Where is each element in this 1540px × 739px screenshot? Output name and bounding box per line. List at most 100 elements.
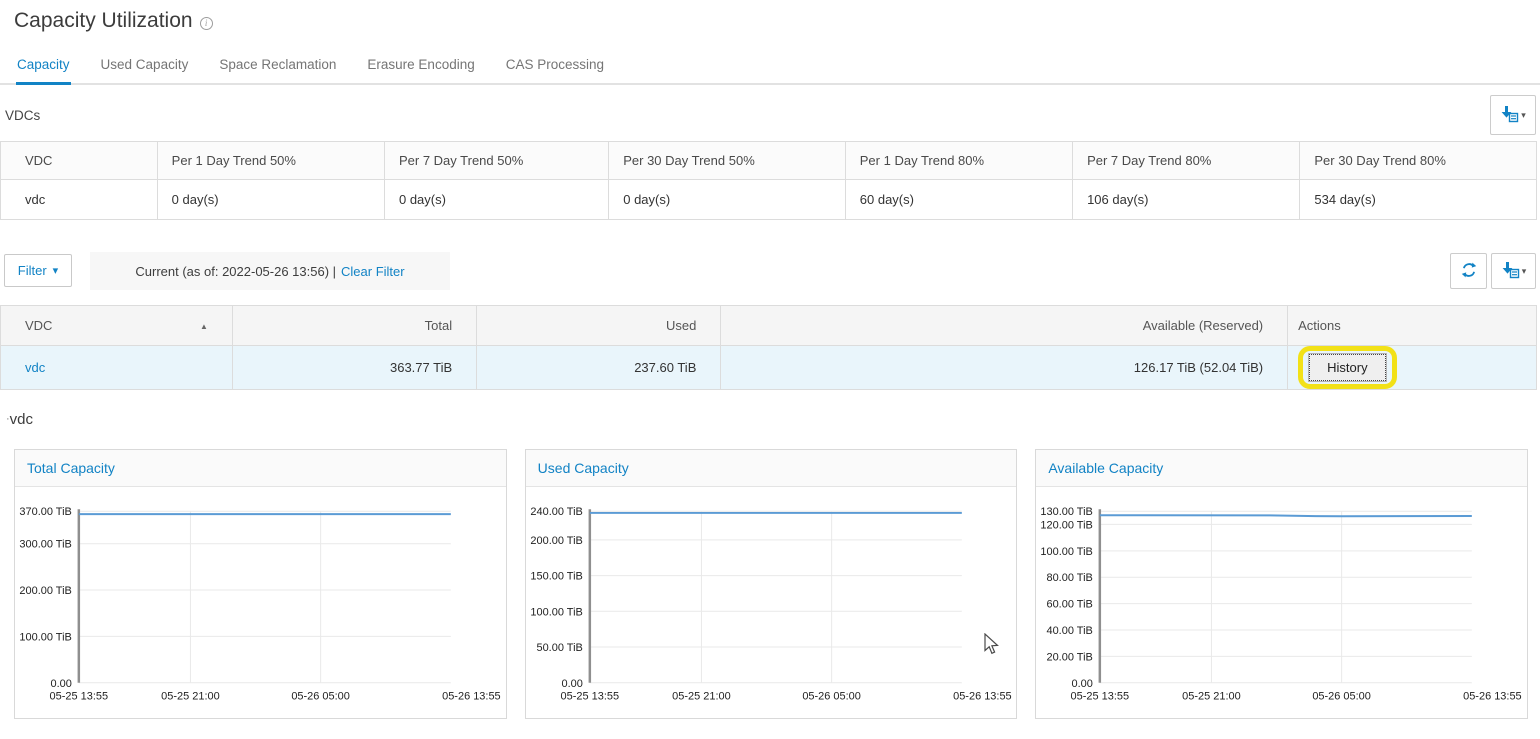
vdcs-section-label: VDCs — [5, 108, 40, 123]
vdcs-section-bar: VDCs ▾ — [0, 95, 1540, 141]
tab-used-capacity[interactable]: Used Capacity — [100, 53, 190, 83]
svg-text:370.00 TiB: 370.00 TiB — [19, 506, 71, 518]
svg-text:05-25 21:00: 05-25 21:00 — [672, 691, 731, 703]
vdc-link[interactable]: vdc — [25, 360, 45, 375]
active-filter-chip: Current (as of: 2022-05-26 13:56) | Clea… — [90, 252, 450, 290]
svg-text:0.00: 0.00 — [561, 678, 582, 690]
svg-text:05-26 05:00: 05-26 05:00 — [291, 691, 350, 703]
tab-capacity[interactable]: Capacity — [16, 53, 71, 85]
tab-space-reclamation[interactable]: Space Reclamation — [218, 53, 337, 83]
tab-cas-processing[interactable]: CAS Processing — [505, 53, 605, 83]
capacity-table-header-row: VDC ▲ Total Used Available (Reserved) Ac… — [1, 306, 1537, 346]
vdc-trend-table: VDC Per 1 Day Trend 50% Per 7 Day Trend … — [0, 141, 1537, 220]
vdc-capacity-table: VDC ▲ Total Used Available (Reserved) Ac… — [0, 305, 1537, 390]
available-capacity-chart: 130.00 TiB120.00 TiB 100.00 TiB 80.00 TiB 6… — [1036, 487, 1527, 718]
svg-text:150.00 TiB: 150.00 TiB — [530, 571, 582, 583]
trend-col-30day-80: Per 30 Day Trend 80% — [1300, 142, 1537, 180]
chevron-down-icon: ▾ — [53, 264, 59, 277]
capacity-col-total[interactable]: Total — [232, 306, 476, 346]
selected-vdc-heading: ·vdc — [6, 411, 1540, 428]
svg-text:05-26 13:55: 05-26 13:55 — [953, 691, 1012, 703]
trend-col-30day-50: Per 30 Day Trend 50% — [609, 142, 846, 180]
svg-text:05-25 13:55: 05-25 13:55 — [560, 691, 619, 703]
trend-col-1day-50: Per 1 Day Trend 50% — [157, 142, 384, 180]
chevron-down-icon: ▾ — [1521, 111, 1526, 120]
table-row: vdc 0 day(s) 0 day(s) 0 day(s) 60 day(s)… — [1, 180, 1537, 220]
svg-text:05-26 13:55: 05-26 13:55 — [442, 691, 501, 703]
page-header: Capacity Utilization i — [0, 0, 1540, 32]
trend-cell-30day-50: 0 day(s) — [609, 180, 846, 220]
svg-text:130.00 TiB: 130.00 TiB — [1041, 506, 1093, 518]
filter-button[interactable]: Filter ▾ — [4, 254, 72, 287]
total-capacity-chart: 370.00 TiB 300.00 TiB 200.00 TiB 100.00 TiB… — [15, 487, 506, 718]
chevron-down-icon: ▾ — [1522, 267, 1527, 276]
charts-row: Total Capacity 370.00 TiB 300.00 TiB 200.0… — [0, 449, 1540, 719]
used-capacity-chart-card: Used Capacity 240.00 TiB200.00 TiB150.00… — [525, 449, 1018, 719]
capacity-cell-actions: History — [1288, 346, 1537, 390]
capacity-cell-available: 126.17 TiB (52.04 TiB) — [721, 346, 1288, 390]
trend-col-7day-80: Per 7 Day Trend 80% — [1073, 142, 1300, 180]
svg-text:100.00 TiB: 100.00 TiB — [19, 631, 71, 643]
table-row: vdc 363.77 TiB 237.60 TiB 126.17 TiB (52… — [1, 346, 1537, 390]
svg-text:120.00 TiB: 120.00 TiB — [1041, 519, 1093, 531]
capacity-col-actions: Actions — [1288, 306, 1537, 346]
tab-erasure-encoding[interactable]: Erasure Encoding — [366, 53, 475, 83]
available-capacity-chart-card: Available Capacity 130.00 TiB120.00 TiB1… — [1035, 449, 1528, 719]
capacity-cell-used: 237.60 TiB — [477, 346, 721, 390]
capacity-col-vdc[interactable]: VDC ▲ — [1, 306, 233, 346]
svg-text:0.00: 0.00 — [50, 678, 71, 690]
trend-cell-1day-50: 0 day(s) — [157, 180, 384, 220]
refresh-icon — [1460, 261, 1478, 282]
chart-title: Total Capacity — [15, 450, 506, 487]
svg-text:05-25 21:00: 05-25 21:00 — [1182, 691, 1241, 703]
trend-col-7day-50: Per 7 Day Trend 50% — [384, 142, 608, 180]
svg-text:100.00 TiB: 100.00 TiB — [1041, 546, 1093, 558]
trend-cell-30day-80: 534 day(s) — [1300, 180, 1537, 220]
selected-vdc-name: vdc — [10, 411, 33, 428]
svg-text:200.00 TiB: 200.00 TiB — [530, 535, 582, 547]
svg-text:40.00 TiB: 40.00 TiB — [1047, 625, 1093, 637]
svg-text:60.00 TiB: 60.00 TiB — [1047, 599, 1093, 611]
page-title: Capacity Utilization — [14, 9, 193, 33]
export-button[interactable]: ▾ — [1491, 253, 1536, 289]
clear-filter-link[interactable]: Clear Filter — [341, 264, 405, 279]
svg-text:05-25 13:55: 05-25 13:55 — [50, 691, 109, 703]
history-button[interactable]: History — [1309, 354, 1385, 381]
export-icon — [1500, 105, 1519, 126]
capacity-col-available[interactable]: Available (Reserved) — [721, 306, 1288, 346]
svg-text:05-26 05:00: 05-26 05:00 — [1313, 691, 1372, 703]
capacity-cell-total: 363.77 TiB — [232, 346, 476, 390]
trend-cell-7day-50: 0 day(s) — [384, 180, 608, 220]
chart-title: Used Capacity — [526, 450, 1017, 487]
trend-col-1day-80: Per 1 Day Trend 80% — [845, 142, 1072, 180]
svg-text:05-25 21:00: 05-25 21:00 — [161, 691, 220, 703]
export-button[interactable]: ▾ — [1490, 95, 1536, 135]
trend-table-header-row: VDC Per 1 Day Trend 50% Per 7 Day Trend … — [1, 142, 1537, 180]
tab-bar: Capacity Used Capacity Space Reclamation… — [0, 53, 1540, 85]
svg-text:05-25 13:55: 05-25 13:55 — [1071, 691, 1130, 703]
info-icon[interactable]: i — [200, 17, 213, 30]
svg-text:05-26 05:00: 05-26 05:00 — [802, 691, 861, 703]
used-capacity-chart: 240.00 TiB200.00 TiB150.00 TiB100.00 TiB… — [526, 487, 1017, 718]
capacity-cell-vdc: vdc — [1, 346, 233, 390]
svg-text:50.00 TiB: 50.00 TiB — [536, 642, 582, 654]
svg-text:200.00 TiB: 200.00 TiB — [19, 585, 71, 597]
highlight-annotation: History — [1298, 346, 1396, 389]
filter-toolbar: Filter ▾ Current (as of: 2022-05-26 13:5… — [0, 252, 1540, 290]
total-capacity-chart-card: Total Capacity 370.00 TiB 300.00 TiB 200.0… — [14, 449, 507, 719]
trend-cell-1day-80: 60 day(s) — [845, 180, 1072, 220]
sort-ascending-icon: ▲ — [200, 322, 208, 331]
filter-button-label: Filter — [18, 263, 47, 278]
current-filter-text: Current (as of: 2022-05-26 13:56) | — [135, 264, 336, 279]
capacity-col-vdc-label: VDC — [25, 318, 52, 333]
refresh-button[interactable] — [1450, 253, 1487, 289]
svg-text:0.00: 0.00 — [1072, 678, 1093, 690]
svg-text:05-26 13:55: 05-26 13:55 — [1463, 691, 1522, 703]
svg-text:80.00 TiB: 80.00 TiB — [1047, 572, 1093, 584]
trend-cell-vdc: vdc — [1, 180, 158, 220]
svg-text:100.00 TiB: 100.00 TiB — [530, 606, 582, 618]
capacity-col-used[interactable]: Used — [477, 306, 721, 346]
svg-text:300.00 TiB: 300.00 TiB — [19, 539, 71, 551]
svg-text:20.00 TiB: 20.00 TiB — [1047, 651, 1093, 663]
trend-col-vdc: VDC — [1, 142, 158, 180]
